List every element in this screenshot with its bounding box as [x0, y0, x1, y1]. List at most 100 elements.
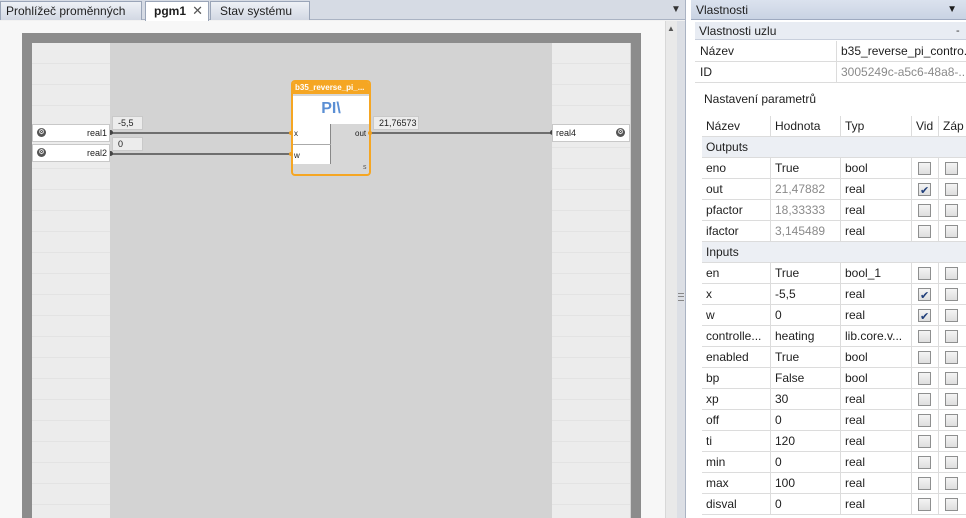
- zap-checkbox[interactable]: [945, 330, 958, 343]
- output-pin-out[interactable]: [368, 131, 372, 135]
- variable-real2[interactable]: ⚙ real2: [32, 144, 110, 162]
- parameter-value[interactable]: -5,5: [771, 284, 841, 304]
- group-outputs[interactable]: Outputs: [702, 137, 966, 158]
- connection-wire[interactable]: [110, 132, 293, 134]
- parameter-value[interactable]: False: [771, 368, 841, 388]
- parameter-value[interactable]: True: [771, 347, 841, 367]
- column-header-name[interactable]: Název: [702, 116, 771, 136]
- panel-splitter[interactable]: [677, 21, 685, 518]
- parameter-row[interactable]: eno True bool: [702, 158, 966, 179]
- pin-icon[interactable]: -: [956, 22, 966, 40]
- input-pin-w[interactable]: [289, 152, 293, 156]
- parameter-value[interactable]: 0: [771, 410, 841, 430]
- parameter-value[interactable]: 0: [771, 494, 841, 514]
- parameter-value[interactable]: 120: [771, 431, 841, 451]
- parameter-row[interactable]: enabled True bool: [702, 347, 966, 368]
- parameter-row[interactable]: bp False bool: [702, 368, 966, 389]
- input-pin-x[interactable]: [289, 131, 293, 135]
- vid-checkbox[interactable]: [918, 181, 931, 199]
- panel-menu-icon[interactable]: ▼: [947, 0, 957, 20]
- property-value[interactable]: b35_reverse_pi_contro...: [836, 41, 966, 61]
- parameter-row[interactable]: disval 0 real: [702, 494, 966, 515]
- column-header-zap[interactable]: Záp: [939, 116, 966, 136]
- parameter-value[interactable]: 3,145489: [771, 221, 841, 241]
- property-value[interactable]: 3005249c-a5c6-48a8-...: [836, 62, 966, 82]
- tab-variable-browser[interactable]: Prohlížeč proměnných: [0, 1, 142, 20]
- parameter-row[interactable]: w 0 real: [702, 305, 966, 326]
- parameter-row[interactable]: en True bool_1: [702, 263, 966, 284]
- zap-checkbox[interactable]: [945, 225, 958, 238]
- vid-checkbox[interactable]: [918, 393, 931, 406]
- close-icon[interactable]: ✕: [192, 2, 203, 20]
- vid-checkbox[interactable]: [918, 204, 931, 217]
- zap-checkbox[interactable]: [945, 204, 958, 217]
- parameter-row[interactable]: min 0 real: [702, 452, 966, 473]
- parameter-value[interactable]: 21,47882: [771, 179, 841, 199]
- parameter-value[interactable]: 18,33333: [771, 200, 841, 220]
- vid-checkbox[interactable]: [918, 267, 931, 280]
- column-header-vid[interactable]: Vid: [912, 116, 939, 136]
- parameter-row[interactable]: out 21,47882 real: [702, 179, 966, 200]
- vid-checkbox[interactable]: [918, 477, 931, 490]
- parameter-row[interactable]: controlle... heating lib.core.v...: [702, 326, 966, 347]
- zap-cell: [939, 368, 966, 388]
- parameter-value[interactable]: 0: [771, 452, 841, 472]
- vid-checkbox[interactable]: [918, 225, 931, 238]
- parameter-row[interactable]: pfactor 18,33333 real: [702, 200, 966, 221]
- parameter-row[interactable]: ti 120 real: [702, 431, 966, 452]
- vid-cell: [912, 368, 939, 388]
- vertical-scrollbar[interactable]: ▲: [665, 21, 677, 518]
- parameter-value[interactable]: True: [771, 158, 841, 178]
- port-out-label: out: [355, 129, 367, 138]
- parameter-value[interactable]: heating: [771, 326, 841, 346]
- connection-wire[interactable]: [110, 153, 293, 155]
- tab-system-status[interactable]: Stav systému: [210, 1, 310, 20]
- function-block-pi[interactable]: b35_reverse_pi_... PI\ x w out s: [291, 80, 371, 176]
- scroll-up-arrow-icon[interactable]: ▲: [667, 24, 675, 33]
- zap-checkbox[interactable]: [945, 351, 958, 364]
- zap-checkbox[interactable]: [945, 477, 958, 490]
- zap-checkbox[interactable]: [945, 162, 958, 175]
- parameter-value[interactable]: True: [771, 263, 841, 283]
- parameter-row[interactable]: x -5,5 real: [702, 284, 966, 305]
- zap-checkbox[interactable]: [945, 309, 958, 322]
- column-header-type[interactable]: Typ: [841, 116, 912, 136]
- parameter-type: real: [841, 284, 912, 304]
- vid-checkbox[interactable]: [918, 372, 931, 385]
- vid-checkbox[interactable]: [918, 351, 931, 364]
- vid-checkbox[interactable]: [918, 498, 931, 511]
- vid-checkbox[interactable]: [918, 456, 931, 469]
- parameter-value[interactable]: 0: [771, 305, 841, 325]
- parameter-row[interactable]: xp 30 real: [702, 389, 966, 410]
- vid-checkbox[interactable]: [918, 435, 931, 448]
- parameter-value[interactable]: 30: [771, 389, 841, 409]
- parameter-row[interactable]: off 0 real: [702, 410, 966, 431]
- vid-cell: [912, 305, 939, 325]
- zap-checkbox[interactable]: [945, 372, 958, 385]
- parameter-row[interactable]: max 100 real: [702, 473, 966, 494]
- zap-checkbox[interactable]: [945, 498, 958, 511]
- node-properties-section[interactable]: Vlastnosti uzlu -: [695, 22, 966, 40]
- parameter-value[interactable]: 100: [771, 473, 841, 493]
- tab-list-dropdown-icon[interactable]: ▼: [668, 1, 684, 19]
- zap-cell: [939, 200, 966, 220]
- zap-checkbox[interactable]: [945, 267, 958, 280]
- zap-checkbox[interactable]: [945, 414, 958, 427]
- zap-checkbox[interactable]: [945, 456, 958, 469]
- vid-checkbox[interactable]: [918, 162, 931, 175]
- zap-checkbox[interactable]: [945, 183, 958, 196]
- vid-checkbox[interactable]: [918, 307, 931, 325]
- zap-checkbox[interactable]: [945, 435, 958, 448]
- vid-checkbox[interactable]: [918, 330, 931, 343]
- parameter-row[interactable]: ifactor 3,145489 real: [702, 221, 966, 242]
- zap-checkbox[interactable]: [945, 393, 958, 406]
- connection-wire[interactable]: [370, 132, 553, 134]
- variable-real4[interactable]: real4 ⚙: [552, 124, 630, 142]
- column-header-value[interactable]: Hodnota: [771, 116, 841, 136]
- group-inputs[interactable]: Inputs: [702, 242, 966, 263]
- vid-checkbox[interactable]: [918, 286, 931, 304]
- variable-real1[interactable]: ⚙ real1: [32, 124, 110, 142]
- vid-checkbox[interactable]: [918, 414, 931, 427]
- tab-pgm1[interactable]: pgm1 ✕: [145, 1, 209, 21]
- zap-checkbox[interactable]: [945, 288, 958, 301]
